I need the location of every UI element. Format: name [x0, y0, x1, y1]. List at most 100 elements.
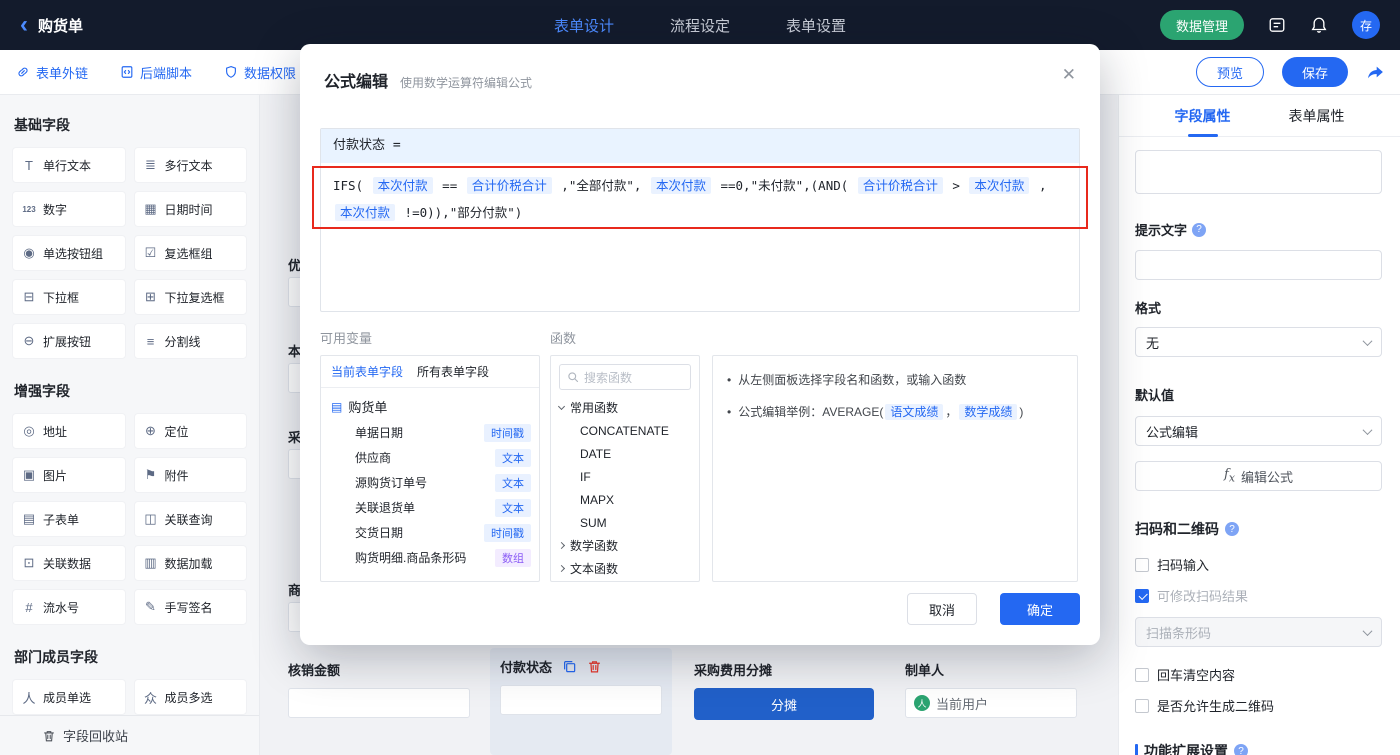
sidebar-field-item[interactable]: ▤ 子表单	[12, 501, 126, 537]
sidebar-field-item[interactable]: ≣ 多行文本	[133, 147, 247, 183]
sidebar-field-item[interactable]: ◫ 关联查询	[133, 501, 247, 537]
field-type-icon: T	[25, 157, 33, 173]
field-recycle-bin[interactable]: 字段回收站	[0, 715, 259, 755]
function-search-input[interactable]: 搜索函数	[559, 364, 691, 390]
function-group[interactable]: 文本函数	[557, 557, 691, 580]
format-select[interactable]: 无	[1135, 327, 1382, 357]
sidebar-section-title: 增强字段	[14, 383, 70, 399]
field-creator[interactable]: 制单人 人 当前用户	[905, 660, 1077, 718]
sidebar-field-item[interactable]: ✎ 手写签名	[133, 589, 247, 625]
sidebar-field-item[interactable]: ▣ 图片	[12, 457, 126, 493]
formula-text: IFS(	[333, 178, 371, 193]
bell-icon[interactable]	[1310, 16, 1328, 34]
copy-icon[interactable]	[562, 659, 577, 674]
avatar[interactable]: 存	[1352, 11, 1380, 39]
function-item[interactable]: MAPX	[559, 488, 691, 511]
variable-row[interactable]: 关联退货单 文本	[321, 495, 539, 520]
formula-field-chip: 本次付款	[969, 177, 1030, 194]
data-manage-button[interactable]: 数据管理	[1159, 10, 1244, 40]
sidebar-item-label: 关联数据	[43, 556, 92, 571]
topbar-tab[interactable]: 流程设定	[670, 15, 730, 36]
sidebar-field-item[interactable]: ◎ 地址	[12, 413, 126, 449]
field-input[interactable]: 人 当前用户	[905, 688, 1077, 718]
sidebar-field-item[interactable]: ⊖ 扩展按钮	[12, 323, 126, 359]
function-item[interactable]: DATE	[559, 442, 691, 465]
sidebar-field-item[interactable]: 人成员单选	[12, 679, 126, 715]
topbar-tab[interactable]: 表单设计	[554, 15, 614, 36]
back-button[interactable]: ‹	[20, 13, 28, 37]
recycle-bin-label: 字段回收站	[63, 729, 129, 744]
sidebar-field-item[interactable]: ⊟ 下拉框	[12, 279, 126, 315]
variable-row[interactable]: 源购货订单号 文本	[321, 470, 539, 495]
checkbox-icon[interactable]	[1135, 667, 1149, 682]
tab-field-properties[interactable]: 字段属性	[1175, 95, 1231, 137]
form-external-link-button[interactable]: 表单外链	[16, 63, 88, 82]
formula-content[interactable]: IFS( 本次付款 == 合计价税合计 ,"全部付款", 本次付款 ==0,"未…	[321, 163, 1079, 311]
function-item[interactable]: IF	[559, 465, 691, 488]
data-permission-button[interactable]: 数据权限	[224, 63, 296, 82]
checkbox-editable-scan-result[interactable]: 可修改扫码结果	[1135, 586, 1382, 605]
checkbox-icon[interactable]	[1135, 698, 1149, 713]
tab-all-form-fields[interactable]: 所有表单字段	[417, 363, 489, 380]
sidebar-field-item[interactable]: # 流水号	[12, 589, 126, 625]
topbar-tab[interactable]: 表单设置	[786, 15, 846, 36]
sidebar-field-item[interactable]: ⊞ 下拉复选框	[133, 279, 247, 315]
chevron-icon	[557, 541, 566, 550]
variable-row[interactable]: 供应商 文本	[321, 445, 539, 470]
backend-script-button[interactable]: 后端脚本	[120, 63, 192, 82]
function-group[interactable]: 常用函数	[557, 396, 691, 419]
sidebar-item-label: 附件	[164, 468, 189, 483]
sidebar-field-item[interactable]: 123 数字	[12, 191, 126, 227]
variable-row[interactable]: 交货日期 时间戳	[321, 520, 539, 545]
trash-icon[interactable]	[587, 659, 602, 674]
checkbox-icon[interactable]	[1135, 588, 1149, 603]
tab-current-form-fields[interactable]: 当前表单字段	[331, 363, 403, 380]
sidebar-field-item[interactable]: ▥ 数据加载	[133, 545, 247, 581]
default-value-select[interactable]: 公式编辑	[1135, 416, 1382, 446]
sidebar-field-item[interactable]: ⊕ 定位	[133, 413, 247, 449]
hint-text-input[interactable]	[1135, 250, 1382, 280]
field-payment-status-selected[interactable]: 付款状态	[490, 648, 672, 755]
close-icon[interactable]: ✕	[1062, 66, 1076, 83]
share-icon[interactable]	[1366, 63, 1384, 81]
sidebar-field-item[interactable]: ☑ 复选框组	[133, 235, 247, 271]
function-item[interactable]: SUM	[559, 511, 691, 534]
variable-row[interactable]: 单据日期 时间戳	[321, 420, 539, 445]
function-item[interactable]: CONCATENATE	[559, 419, 691, 442]
scan-type-select[interactable]: 扫描条形码	[1135, 617, 1382, 647]
chevron-left-icon: ‹	[20, 11, 28, 38]
preview-button[interactable]: 预览	[1195, 57, 1264, 87]
field-input[interactable]	[288, 688, 470, 718]
field-expense-allocation[interactable]: 采购费用分摊 分摊	[694, 660, 874, 720]
sidebar-item-label: 成员单选	[43, 690, 92, 705]
variable-row[interactable]: 购货明细.商品条形码 数组	[321, 545, 539, 570]
help-icon[interactable]: ?	[1234, 744, 1248, 755]
sidebar-field-item[interactable]: 众成员多选	[133, 679, 247, 715]
checkbox-allow-qrcode[interactable]: 是否允许生成二维码	[1135, 696, 1382, 715]
save-button[interactable]: 保存	[1281, 57, 1348, 87]
sidebar-field-item[interactable]: ◉ 单选按钮组	[12, 235, 126, 271]
sidebar-field-item[interactable]: T 单行文本	[12, 147, 126, 183]
sidebar-field-item[interactable]: ⚑ 附件	[133, 457, 247, 493]
function-group[interactable]: 数学函数	[557, 534, 691, 557]
field-writeoff-amount[interactable]: 核销金额	[288, 660, 470, 718]
help-icon[interactable]: ?	[1225, 522, 1239, 536]
sidebar-item-label: 手写签名	[164, 600, 213, 615]
apps-icon[interactable]	[1268, 16, 1286, 34]
field-title-input[interactable]	[1135, 150, 1382, 194]
form-node[interactable]: ▤ 购货单	[321, 393, 539, 420]
sidebar-field-item[interactable]: ▦ 日期时间	[133, 191, 247, 227]
confirm-button[interactable]: 确定	[1000, 593, 1080, 625]
tab-form-properties[interactable]: 表单属性	[1289, 95, 1345, 137]
sidebar-field-item[interactable]: ⊡ 关联数据	[12, 545, 126, 581]
recycle-bin-icon	[44, 730, 54, 741]
edit-formula-button[interactable]: fx 编辑公式	[1135, 461, 1382, 491]
cancel-button[interactable]: 取消	[907, 593, 977, 625]
sidebar-field-item[interactable]: ≡ 分割线	[133, 323, 247, 359]
allocate-button[interactable]: 分摊	[694, 688, 874, 720]
checkbox-clear-on-enter[interactable]: 回车清空内容	[1135, 665, 1382, 684]
checkbox-scan-input[interactable]: 扫码输入	[1135, 555, 1382, 574]
help-icon[interactable]: ?	[1192, 222, 1207, 237]
field-input[interactable]	[500, 685, 662, 715]
checkbox-icon[interactable]	[1135, 557, 1149, 572]
